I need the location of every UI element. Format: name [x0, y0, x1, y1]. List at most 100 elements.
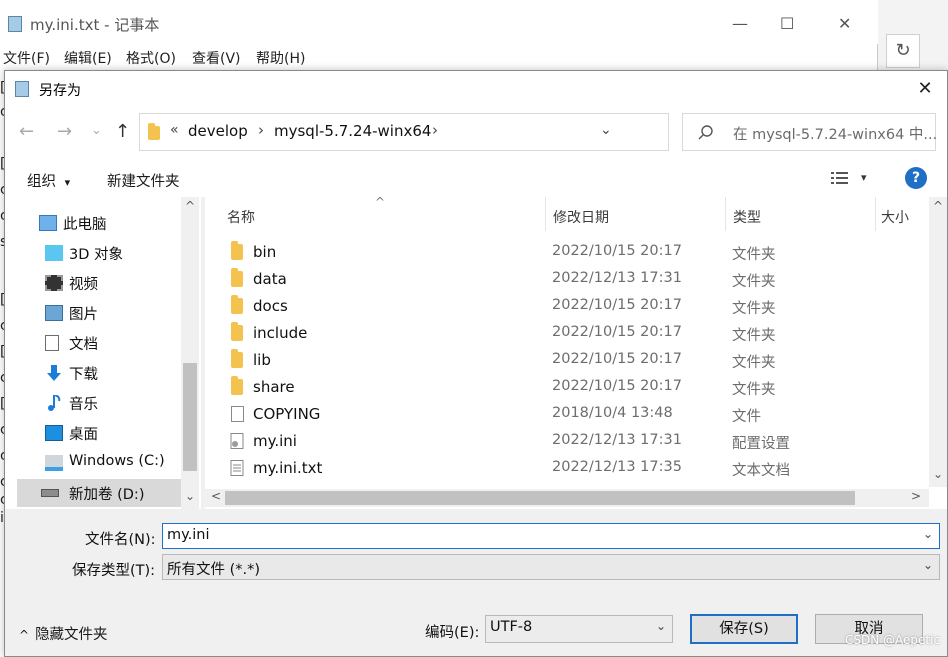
- nav-3d-objects[interactable]: 3D 对象: [35, 239, 181, 267]
- nav-music[interactable]: 音乐: [35, 389, 181, 417]
- filename-label: 文件名(N):: [85, 532, 156, 548]
- new-folder-button[interactable]: 新建文件夹: [107, 170, 180, 191]
- file-list: 名称 ^ 修改日期 类型 大小 bin 2022/10/15 20:17 文件夹…: [205, 195, 947, 509]
- address-bar[interactable]: « develop › mysql-5.7.24-winx64 › ⌄ ↻: [139, 113, 790, 151]
- nav-pictures[interactable]: 图片: [35, 299, 181, 327]
- dialog-app-icon: [15, 81, 29, 97]
- nav-desktop[interactable]: 桌面: [35, 419, 181, 447]
- folder-icon: [148, 123, 160, 140]
- file-row[interactable]: include 2022/10/15 20:17 文件夹: [223, 320, 903, 347]
- close-button[interactable]: ✕: [838, 14, 851, 33]
- file-row[interactable]: lib 2022/10/15 20:17 文件夹: [223, 347, 903, 374]
- file-row[interactable]: share 2022/10/15 20:17 文件夹: [223, 374, 903, 401]
- navpane-scroll-thumb[interactable]: [183, 363, 197, 471]
- navpane-scrollbar[interactable]: ^ ⌄: [181, 197, 199, 509]
- nav-downloads[interactable]: 下载: [35, 359, 181, 387]
- chevron-down-icon[interactable]: ⌄: [656, 619, 666, 633]
- scroll-up-arrow-icon[interactable]: ^: [185, 199, 195, 213]
- breadcrumb-separator[interactable]: ›: [432, 121, 438, 139]
- file-name: bin: [253, 243, 277, 261]
- file-row[interactable]: docs 2022/10/15 20:17 文件夹: [223, 293, 903, 320]
- encoding-label: 编码(E):: [425, 625, 480, 641]
- column-separator[interactable]: [725, 197, 726, 231]
- sort-ascending-icon: ^: [375, 195, 386, 209]
- menu-edit[interactable]: 编辑(E): [64, 48, 112, 68]
- breadcrumb-overflow[interactable]: «: [170, 122, 179, 138]
- scroll-up-arrow-icon[interactable]: ^: [933, 199, 943, 213]
- menu-format[interactable]: 格式(O): [126, 48, 176, 68]
- chevron-down-icon[interactable]: ⌄: [923, 527, 933, 541]
- notepad-title: my.ini.txt - 记事本: [30, 16, 160, 34]
- view-options-icon[interactable]: [831, 171, 851, 185]
- nav-drive-d[interactable]: 新加卷 (D:): [17, 479, 181, 507]
- file-row[interactable]: bin 2022/10/15 20:17 文件夹: [223, 239, 903, 266]
- horizontal-scroll-thumb[interactable]: [225, 491, 855, 505]
- column-header-date[interactable]: 修改日期: [553, 207, 609, 227]
- filetype-select[interactable]: 所有文件 (*.*) ⌄: [162, 554, 940, 580]
- view-caret-icon[interactable]: ▾: [861, 171, 867, 184]
- breadcrumb-mysql[interactable]: mysql-5.7.24-winx64: [274, 122, 431, 140]
- address-dropdown-button[interactable]: ⌄: [600, 122, 612, 138]
- file-type: 文件夹: [732, 382, 776, 398]
- nav-videos[interactable]: 视频: [35, 269, 181, 297]
- document-icon: [45, 335, 59, 351]
- forward-button[interactable]: →: [57, 121, 72, 142]
- chevron-down-icon[interactable]: ⌄: [923, 558, 933, 572]
- filename-input[interactable]: my.ini ⌄: [162, 523, 940, 549]
- dialog-titlebar: 另存为 ✕: [5, 71, 947, 107]
- file-row[interactable]: data 2022/12/13 17:31 文件夹: [223, 266, 903, 293]
- file-name: data: [253, 270, 287, 288]
- file-type: 文件夹: [732, 247, 776, 263]
- dialog-close-button[interactable]: ✕: [911, 75, 939, 103]
- search-box[interactable]: 在 mysql-5.7.24-winx64 中...: [682, 113, 938, 151]
- nav-this-pc[interactable]: 此电脑: [29, 209, 175, 237]
- folder-icon: [231, 349, 243, 368]
- menu-file[interactable]: 文件(F): [3, 48, 50, 68]
- menu-help[interactable]: 帮助(H): [256, 48, 305, 68]
- nav-drive-c[interactable]: Windows (C:): [35, 449, 181, 477]
- up-button[interactable]: ↑: [115, 121, 130, 142]
- nav-label: 桌面: [69, 427, 98, 443]
- file-row[interactable]: my.ini.txt 2022/12/13 17:35 文本文档: [223, 455, 903, 482]
- file-type: 文件: [732, 409, 761, 425]
- column-header-size[interactable]: 大小: [881, 207, 909, 227]
- file-row[interactable]: my.ini 2022/12/13 17:31 配置设置: [223, 428, 903, 455]
- menu-view[interactable]: 查看(V): [192, 48, 241, 68]
- recent-locations-button[interactable]: ⌄: [91, 123, 102, 138]
- save-button[interactable]: 保存(S): [690, 614, 798, 644]
- breadcrumb-separator[interactable]: ›: [258, 121, 264, 139]
- filelist-horizontal-scrollbar[interactable]: < >: [205, 489, 929, 507]
- file-date: 2022/10/15 20:17: [552, 297, 682, 313]
- file-name: share: [253, 378, 295, 396]
- column-header-type[interactable]: 类型: [733, 207, 761, 227]
- filelist-vertical-scrollbar[interactable]: ^ ⌄: [929, 197, 947, 487]
- refresh-icon[interactable]: ↻: [886, 34, 920, 68]
- config-file-icon: [230, 433, 244, 449]
- file-row[interactable]: COPYING 2018/10/4 13:48 文件: [223, 401, 903, 428]
- search-placeholder: 在 mysql-5.7.24-winx64 中...: [733, 127, 938, 143]
- nav-label: 3D 对象: [69, 247, 123, 263]
- scroll-down-arrow-icon[interactable]: ⌄: [185, 489, 195, 503]
- folder-icon: [231, 295, 243, 314]
- scroll-right-arrow-icon[interactable]: >: [911, 489, 921, 503]
- column-separator[interactable]: [545, 197, 546, 231]
- minimize-button[interactable]: —: [732, 14, 748, 33]
- organize-button[interactable]: 组织 ▾: [27, 170, 70, 191]
- column-header-name[interactable]: 名称: [227, 207, 255, 227]
- hide-folders-toggle[interactable]: ^ 隐藏文件夹: [19, 623, 108, 644]
- file-name: docs: [253, 297, 288, 315]
- column-separator[interactable]: [875, 197, 876, 231]
- help-icon[interactable]: ?: [905, 167, 927, 189]
- file-name: include: [253, 324, 308, 342]
- cube-icon: [45, 245, 63, 261]
- nav-label: 音乐: [69, 397, 98, 413]
- video-icon: [45, 275, 63, 291]
- maximize-button[interactable]: ☐: [780, 14, 794, 33]
- nav-label: 下载: [69, 367, 98, 383]
- nav-documents[interactable]: 文档: [35, 329, 181, 357]
- back-button[interactable]: ←: [19, 121, 34, 142]
- scroll-left-arrow-icon[interactable]: <: [211, 489, 221, 503]
- encoding-select[interactable]: UTF-8 ⌄: [485, 615, 673, 643]
- breadcrumb-develop[interactable]: develop: [188, 122, 248, 140]
- scroll-down-arrow-icon[interactable]: ⌄: [933, 467, 943, 481]
